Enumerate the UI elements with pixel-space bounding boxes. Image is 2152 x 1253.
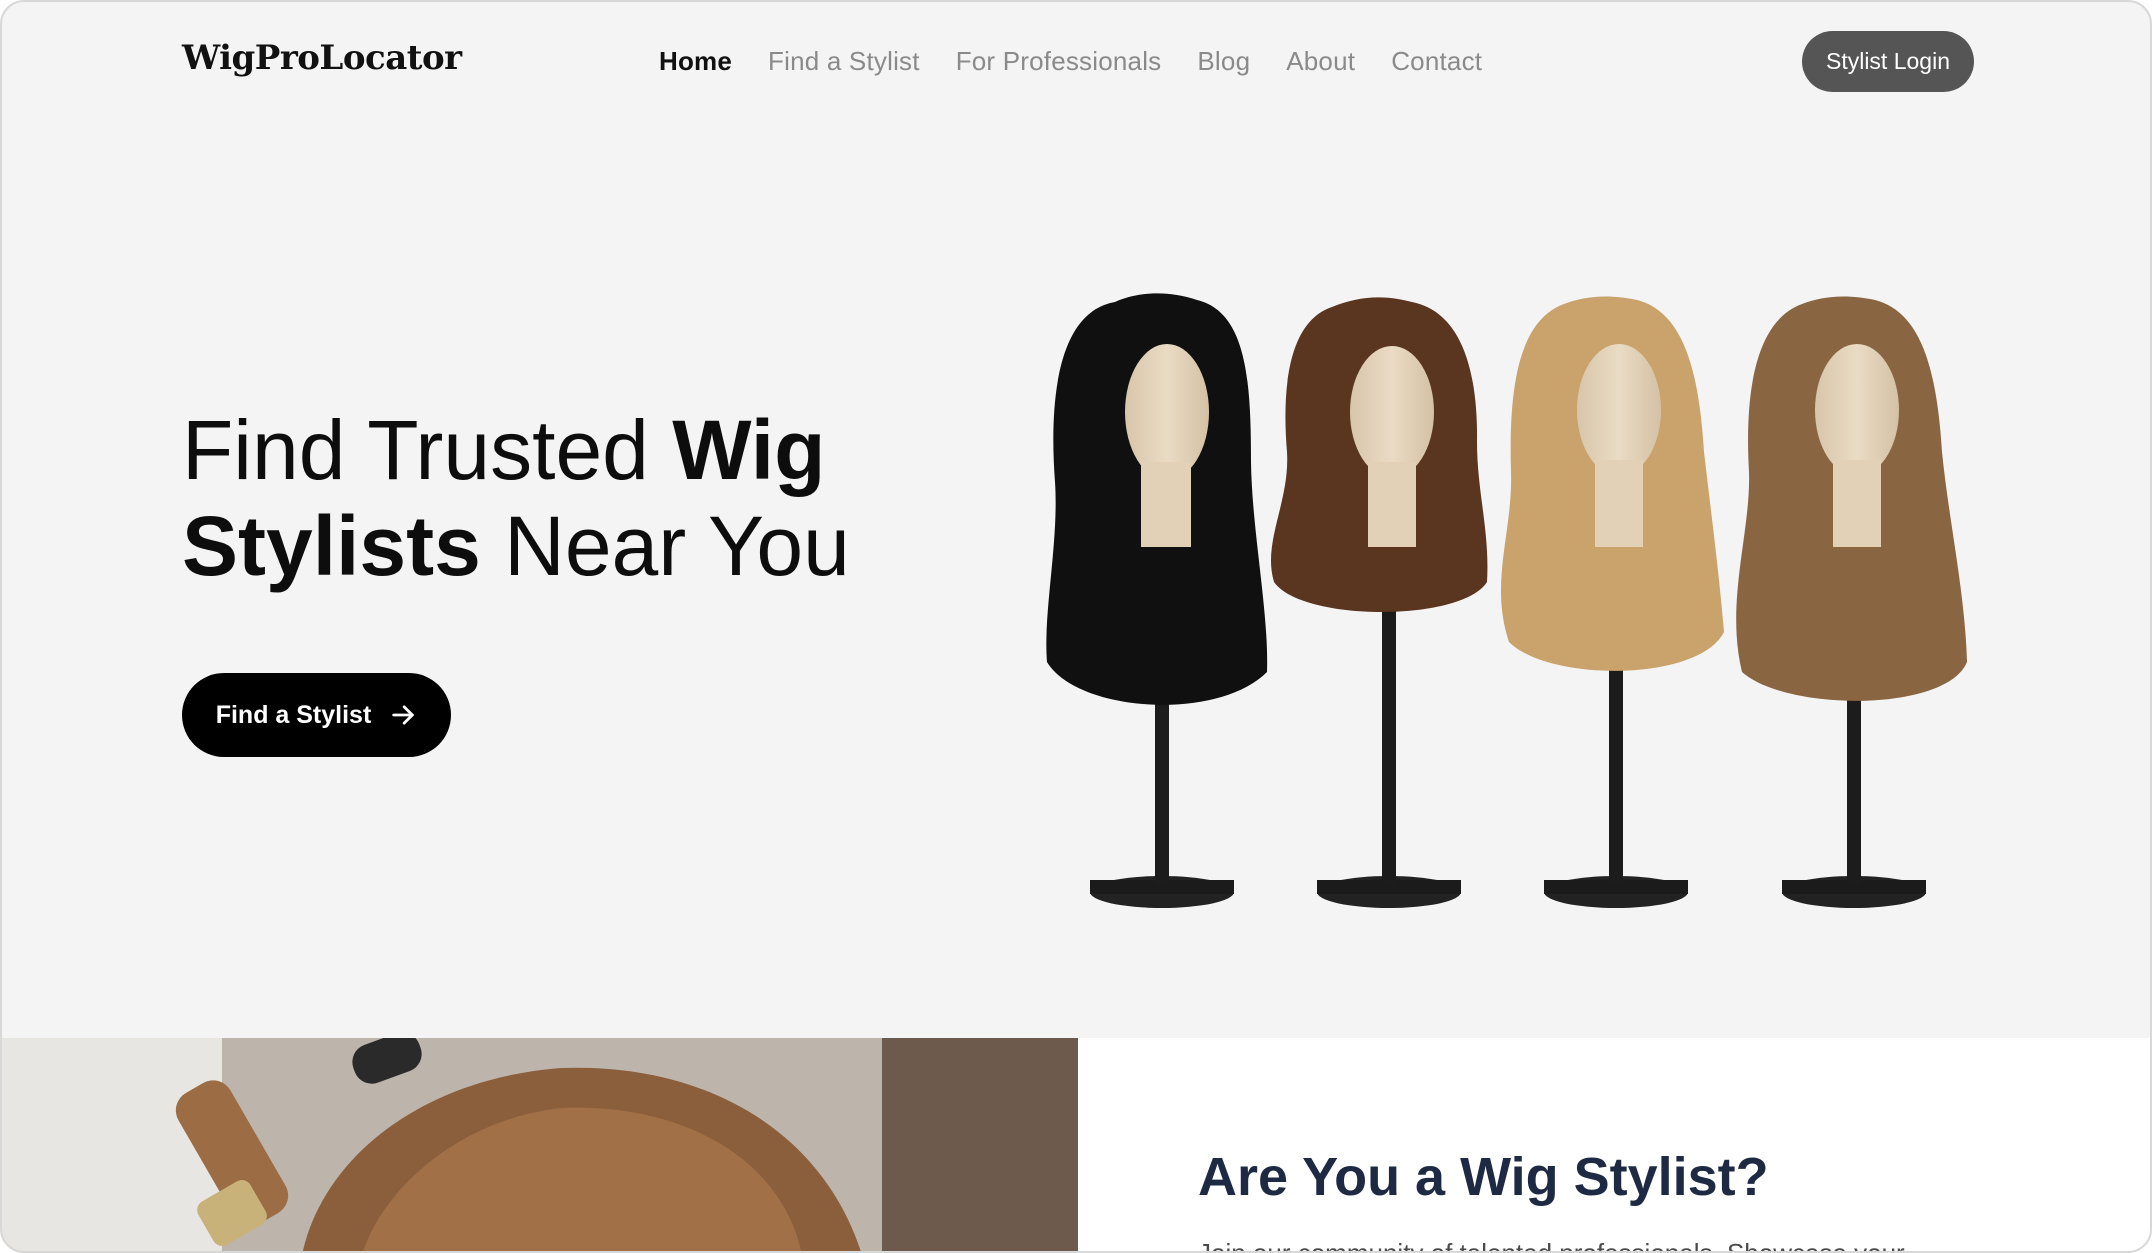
hero-title-part2: Near You (480, 499, 850, 593)
mannequin-blonde (1500, 296, 1724, 908)
stylist-login-button[interactable]: Stylist Login (1802, 31, 1974, 92)
nav-contact[interactable]: Contact (1391, 46, 1482, 77)
wig-mannequins-image (1046, 293, 1967, 908)
nav-home[interactable]: Home (659, 46, 732, 77)
mannequin-black (1046, 293, 1268, 908)
find-stylist-cta-button[interactable]: Find a Stylist (182, 673, 451, 757)
site-logo[interactable]: WigProLocator (182, 38, 462, 78)
hero-title-part1: Find Trusted (182, 403, 673, 497)
nav-blog[interactable]: Blog (1197, 46, 1250, 77)
nav-about[interactable]: About (1286, 46, 1355, 77)
mannequin-ombre (1736, 296, 1967, 908)
cta-label: Find a Stylist (215, 700, 372, 729)
hero-title: Find Trusted Wig Stylists Near You (182, 402, 1042, 594)
page-frame: WigProLocator Home Find a Stylist For Pr… (0, 0, 2152, 1253)
salon-photo-illustration (2, 1038, 1078, 1251)
hero-title-bold2: Stylists (182, 499, 481, 593)
nav-find-stylist[interactable]: Find a Stylist (768, 46, 920, 77)
promo-text: Join our community of talented professio… (1198, 1238, 1905, 1253)
promo-title: Are You a Wig Stylist? (1198, 1147, 1769, 1207)
main-nav: Home Find a Stylist For Professionals Bl… (659, 46, 1482, 77)
hero-title-bold1: Wig (672, 403, 826, 497)
arrow-right-icon (392, 705, 415, 725)
site-header: WigProLocator Home Find a Stylist For Pr… (2, 2, 2150, 122)
nav-for-professionals[interactable]: For Professionals (956, 46, 1162, 77)
stylist-curling-hair-photo (2, 1038, 1078, 1251)
mannequin-brown (1270, 297, 1488, 908)
stylist-promo-section: Are You a Wig Stylist? Join our communit… (2, 1038, 2150, 1253)
